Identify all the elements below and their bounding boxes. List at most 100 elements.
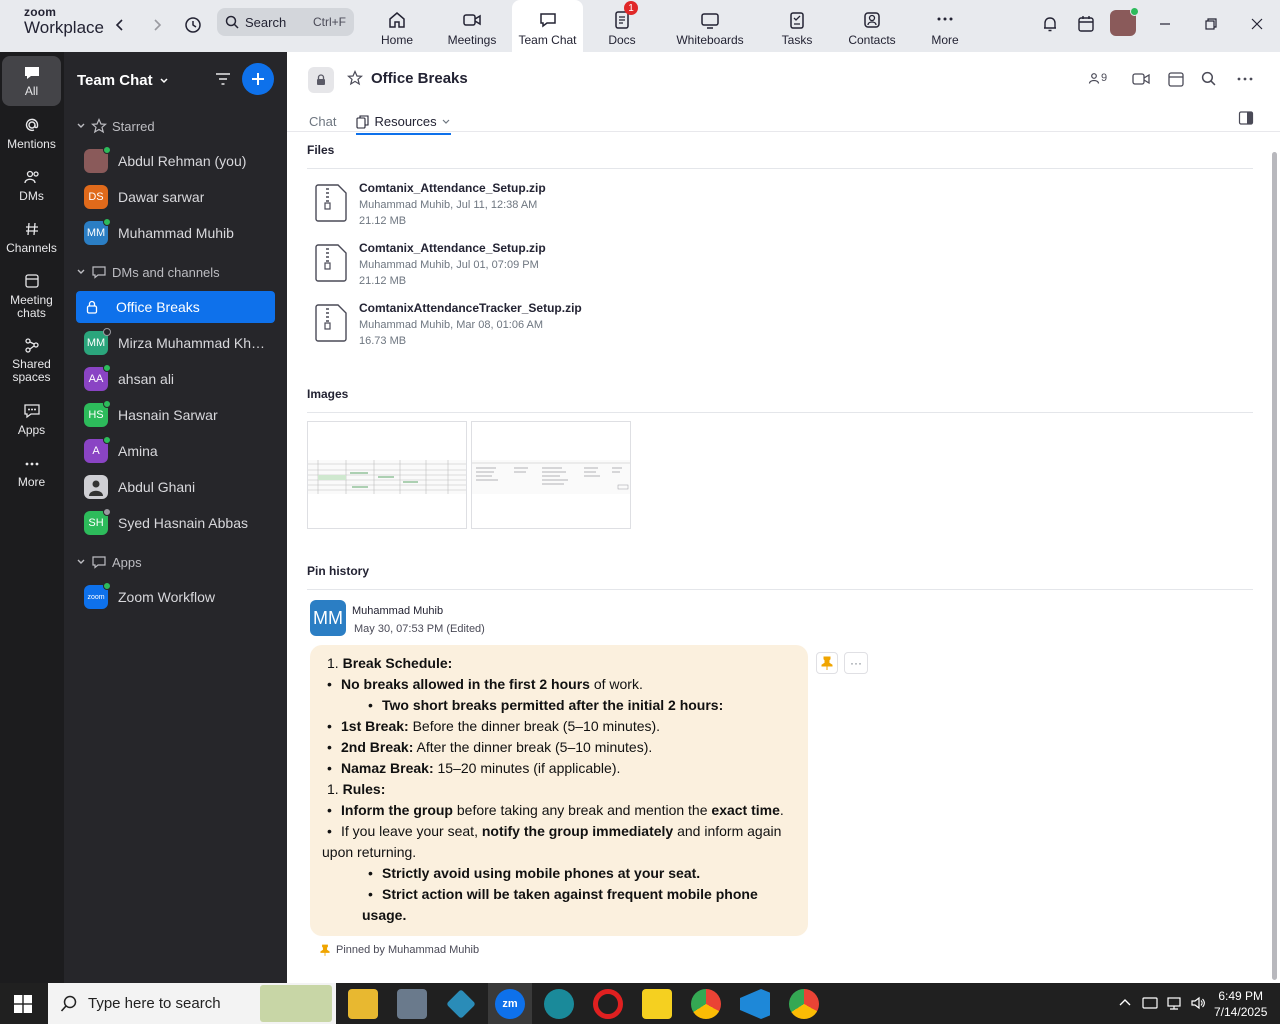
pin-icon [320,944,330,956]
app-icon[interactable] [446,989,476,1019]
file-item[interactable]: Comtanix_Attendance_Setup.zip Muhammad Mu… [315,241,546,287]
vscode-icon[interactable] [740,989,770,1019]
sidebar-item-zoom-workflow[interactable]: zoom Zoom Workflow [76,581,275,613]
rail-all[interactable]: All [2,56,61,106]
sidebar-item-hasnain-sarwar[interactable]: HS Hasnain Sarwar [76,399,275,431]
side-panel-icon[interactable] [1238,110,1254,126]
sidebar-title[interactable]: Team Chat [77,72,169,89]
scrollbar[interactable] [1272,152,1277,980]
forward-arrow-icon[interactable] [145,13,169,37]
section-apps[interactable]: Apps [76,554,142,570]
zoom-app-icon[interactable]: zm [495,989,525,1019]
back-arrow-icon[interactable] [108,13,132,37]
chrome-browser-icon[interactable] [789,989,819,1019]
message-text: 1st Break: [341,718,409,734]
search-input[interactable]: Search Ctrl+F [217,8,354,36]
calendar-icon[interactable] [1074,12,1098,36]
tab-docs[interactable]: 1 Docs [600,0,644,52]
file-explorer-icon[interactable] [348,989,378,1019]
sidebar-item-muhammad-muhib[interactable]: MM Muhammad Muhib [76,217,275,249]
chrome-browser-icon[interactable] [691,989,721,1019]
rail-more[interactable]: More [2,456,61,489]
rail-apps[interactable]: Apps [2,402,61,437]
tab-more[interactable]: More [925,0,965,52]
bell-icon[interactable] [1038,12,1062,36]
rail-mentions[interactable]: Mentions [2,116,61,151]
close-icon[interactable] [1245,12,1269,36]
docs-badge: 1 [624,1,638,15]
more-options-icon[interactable]: ··· [844,652,868,674]
tab-label: Chat [309,114,337,129]
presence-dot [1130,7,1139,16]
calendar-icon[interactable] [1167,70,1185,88]
file-item[interactable]: Comtanix_Attendance_Setup.zip Muhammad Mu… [315,181,546,227]
tab-chat[interactable]: Chat [309,114,336,129]
tab-contacts[interactable]: Contacts [844,0,900,52]
message-text: Break Schedule: [342,655,453,671]
message-line: Namaz Break: 15–20 minutes (if applicabl… [327,760,621,776]
rail-shared-spaces[interactable]: Shared spaces [2,336,61,384]
message-text: 15–20 minutes (if applicable). [433,760,621,776]
avatar: AA [84,364,111,391]
rail-label: Channels [6,241,57,255]
windows-start-icon[interactable] [14,995,32,1013]
search-label: Search [245,14,287,30]
app-icon[interactable] [397,989,427,1019]
rail-channels[interactable]: Channels [2,220,61,255]
volume-icon[interactable] [1190,995,1206,1011]
network-icon[interactable] [1166,995,1182,1011]
members-button[interactable]: 9 [1087,71,1107,85]
file-item[interactable]: ComtanixAttendanceTracker_Setup.zip Muham… [315,301,582,347]
search-icon[interactable] [1201,71,1216,86]
sidebar-item-office-breaks[interactable]: Office Breaks [76,291,275,323]
tray-app-icon[interactable] [1142,995,1158,1011]
avatar[interactable]: MM [310,600,346,636]
tab-whiteboards[interactable]: Whiteboards [670,0,750,52]
rail-meeting-chats[interactable]: Meeting chats [2,272,61,320]
tab-meetings[interactable]: Meetings [441,0,503,52]
search-icon [60,995,77,1012]
more-options-icon[interactable] [1236,71,1254,87]
tab-team-chat[interactable]: Team Chat [512,0,583,52]
video-call-icon[interactable] [1132,71,1150,87]
sidebar-item-dawar-sarwar[interactable]: DS Dawar sarwar [76,181,275,213]
image-thumbnail[interactable] [471,421,631,529]
tab-tasks[interactable]: Tasks [777,0,817,52]
image-thumbnail[interactable] [307,421,467,529]
system-clock[interactable]: 6:49 PM 7/14/2025 [1214,988,1267,1020]
divider [307,589,1253,590]
opera-browser-icon[interactable] [593,989,623,1019]
chevron-down-icon [77,559,85,564]
star-icon [91,118,107,134]
presence-dot [103,582,111,590]
pin-icon[interactable] [816,652,838,674]
avatar[interactable] [1110,7,1139,36]
section-dms-channels[interactable]: DMs and channels [76,264,220,280]
star-icon[interactable] [347,70,363,86]
message-author[interactable]: Muhammad Muhib [352,605,443,617]
edge-browser-icon[interactable] [544,989,574,1019]
presence-dot [103,436,111,444]
sidebar-item-mirza[interactable]: MM Mirza Muhammad Khur... [76,327,275,359]
sticky-notes-icon[interactable] [642,989,672,1019]
pinned-message-bubble[interactable]: 1. Break Schedule: No breaks allowed in … [310,645,808,936]
sidebar-item-ahsan-ali[interactable]: AA ahsan ali [76,363,275,395]
sidebar-item-abdul-rehman[interactable]: Abdul Rehman (you) [76,145,275,177]
minimize-icon[interactable] [1153,12,1177,36]
whiteboard-icon [701,13,719,29]
sidebar-item-amina[interactable]: A Amina [76,435,275,467]
history-icon[interactable] [181,13,205,37]
sidebar-item-label: Syed Hasnain Abbas [118,515,248,531]
chevron-up-icon[interactable] [1118,996,1132,1010]
sidebar-item-abdul-ghani[interactable]: Abdul Ghani [76,471,275,503]
new-chat-button[interactable] [242,63,274,95]
taskbar-search-input[interactable]: Type here to search [48,983,336,1024]
search-shortcut: Ctrl+F [313,15,346,29]
sidebar-item-syed-hasnain-abbas[interactable]: SH Syed Hasnain Abbas [76,507,275,539]
section-starred[interactable]: Starred [76,118,155,134]
restore-icon[interactable] [1199,12,1223,36]
tab-home[interactable]: Home [370,0,424,52]
filter-icon[interactable] [214,70,232,88]
rail-label: Meeting chats [10,293,53,320]
rail-dms[interactable]: DMs [2,168,61,203]
